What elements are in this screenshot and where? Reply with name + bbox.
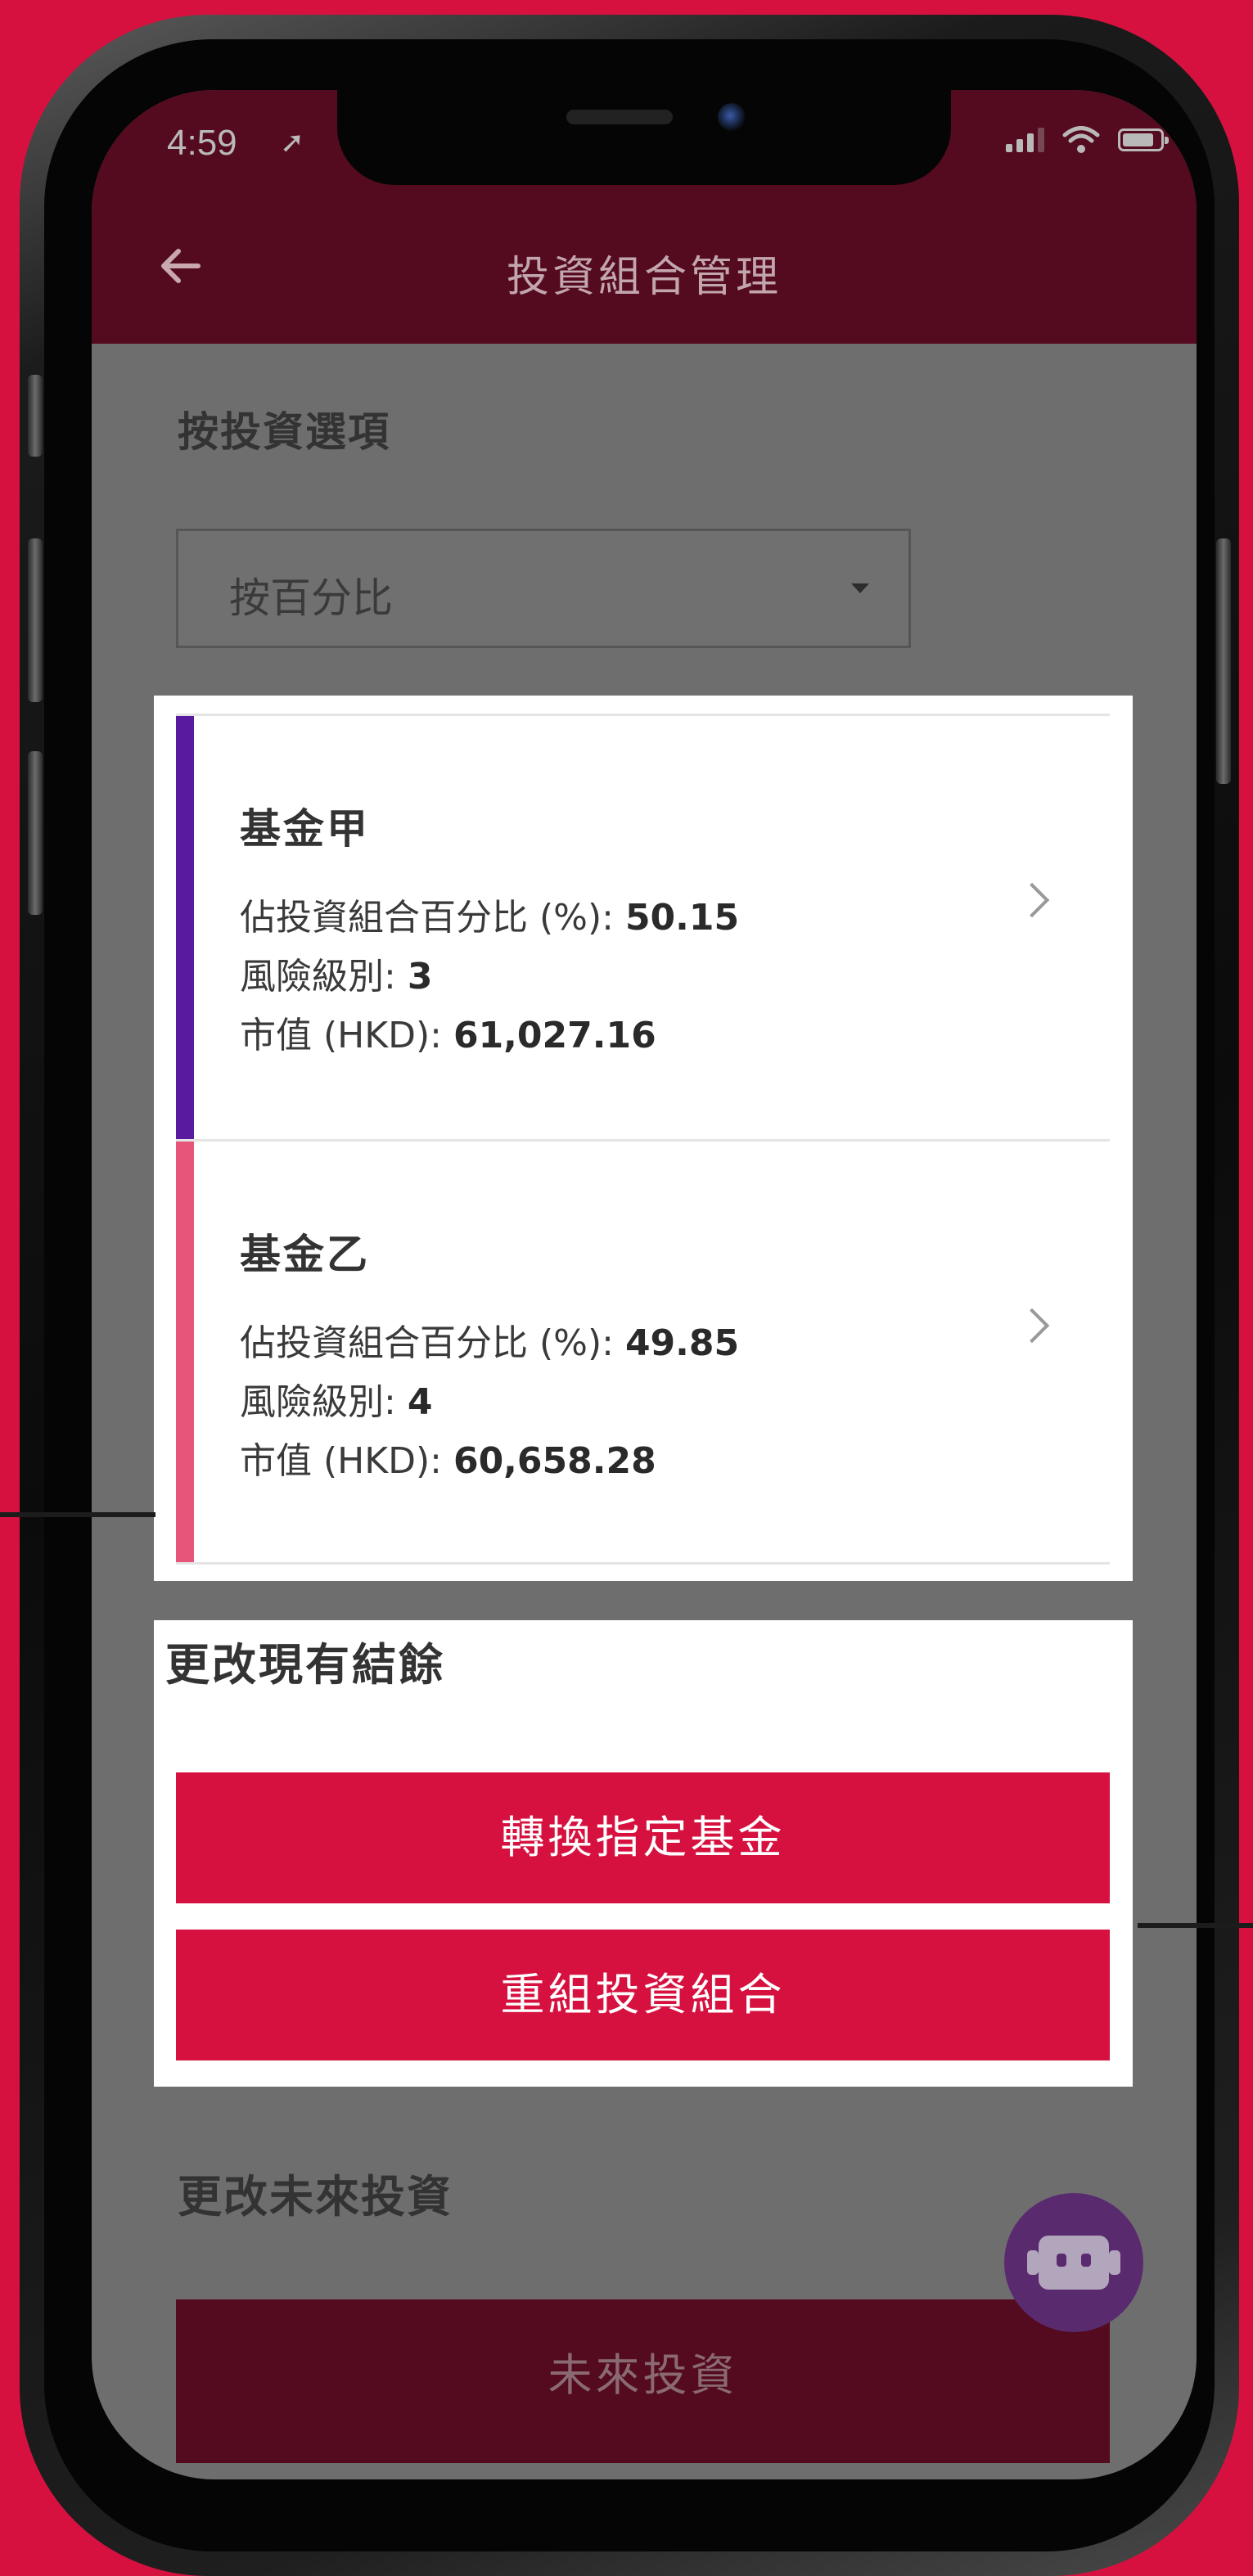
- future-investment-button[interactable]: 未來投資: [176, 2299, 1110, 2463]
- change-future-title: 更改未來投資: [178, 2171, 453, 2222]
- fund-risk: 風險級別: 4: [240, 1381, 433, 1423]
- dropdown-selected-value: 按百分比: [229, 574, 393, 622]
- fund-card[interactable]: 基金甲 佔投資組合百分比 (%): 50.15 風險級別: 3 市值 (HKD)…: [176, 714, 1110, 1139]
- callout-line-left: [0, 1512, 155, 1517]
- status-time: 4:59: [167, 123, 237, 163]
- rebalance-portfolio-button[interactable]: 重組投資組合: [176, 1930, 1110, 2060]
- fund-market-value: 市值 (HKD): 60,658.28: [240, 1440, 656, 1482]
- fund-name: 基金乙: [240, 1231, 370, 1278]
- mute-switch: [28, 375, 43, 457]
- page-title: 投資組合管理: [506, 253, 782, 302]
- callout-line-right: [1138, 1923, 1253, 1928]
- fund-percentage: 佔投資組合百分比 (%): 49.85: [240, 1322, 740, 1364]
- volume-up-button: [28, 538, 43, 702]
- fund-accent-bar: [176, 716, 194, 1139]
- caret-down-icon: [851, 583, 869, 593]
- cellular-signal-icon: [1006, 128, 1044, 152]
- battery-icon: [1118, 128, 1169, 151]
- fund-name: 基金甲: [240, 805, 370, 853]
- fund-percentage: 佔投資組合百分比 (%): 50.15: [240, 897, 740, 939]
- funds-panel: 基金甲 佔投資組合百分比 (%): 50.15 風險級別: 3 市值 (HKD)…: [154, 696, 1133, 1581]
- app-screen: 4:59 ➚ 投資組合管理 按投資選項 按百分比 基金甲 佔投資組合百分比 (%…: [92, 90, 1197, 2479]
- speaker: [566, 110, 673, 124]
- fund-accent-bar: [176, 1142, 194, 1562]
- notch: [337, 90, 951, 185]
- status-icons: [1006, 126, 1169, 154]
- chevron-right-icon: [1014, 882, 1050, 918]
- fund-card[interactable]: 基金乙 佔投資組合百分比 (%): 49.85 風險級別: 4 市值 (HKD)…: [176, 1139, 1110, 1565]
- switch-fund-button[interactable]: 轉換指定基金: [176, 1772, 1110, 1903]
- power-button: [1216, 538, 1231, 784]
- volume-down-button: [28, 751, 43, 915]
- robot-ear: [1027, 2250, 1039, 2275]
- robot-face: [1039, 2236, 1109, 2290]
- change-balance-title: 更改現有結餘: [165, 1639, 445, 1691]
- chevron-right-icon: [1014, 1308, 1050, 1344]
- front-camera: [718, 103, 746, 131]
- percentage-dropdown[interactable]: 按百分比: [176, 529, 911, 648]
- robot-icon[interactable]: [1004, 2193, 1143, 2332]
- change-balance-panel: 更改現有結餘 轉換指定基金 重組投資組合: [154, 1620, 1133, 2087]
- fund-market-value: 市值 (HKD): 61,027.16: [240, 1015, 656, 1056]
- location-arrow-icon: ➚: [280, 126, 305, 160]
- fund-risk: 風險級別: 3: [240, 956, 433, 998]
- robot-ear: [1109, 2250, 1120, 2275]
- wifi-icon: [1062, 126, 1100, 153]
- investment-option-label: 按投資選項: [178, 408, 390, 456]
